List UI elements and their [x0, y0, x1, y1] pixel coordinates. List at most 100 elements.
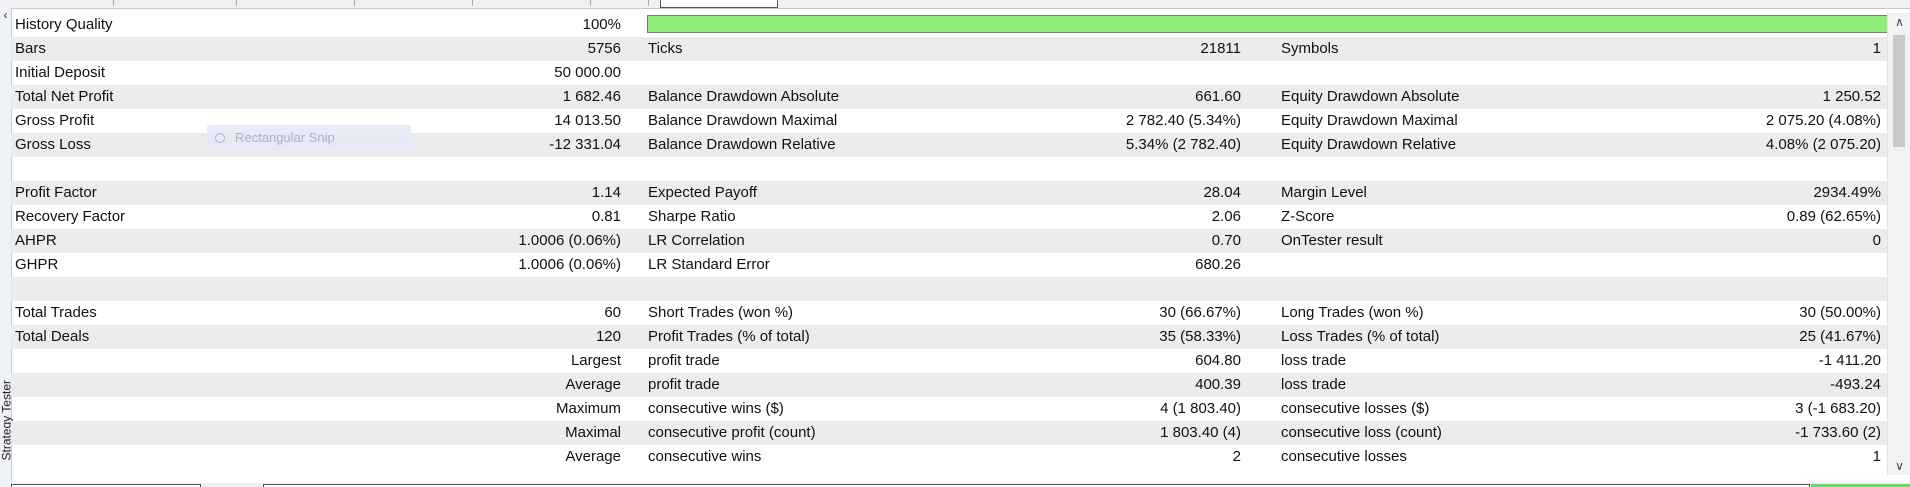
top-tab[interactable]: [236, 0, 355, 6]
report-label-2: profit trade: [648, 376, 720, 393]
report-label-1: Gross Profit: [15, 112, 95, 129]
history-quality-label: History Quality: [15, 16, 113, 33]
bottom-tab-strip: [11, 483, 1910, 487]
report-value-2: 2.06: [1211, 208, 1241, 225]
report-label-3: Long Trades (won %): [1281, 304, 1424, 321]
top-tab-strip: [0, 0, 1910, 9]
report-row: [11, 157, 1887, 181]
report-value-3: 1: [1872, 448, 1881, 465]
report-label-3: Z-Score: [1281, 208, 1335, 225]
report-label-2: Balance Drawdown Absolute: [648, 88, 839, 105]
backtest-report-grid: History Quality 100% Bars 5756 Ticks 21811 S…: [11, 13, 1889, 473]
report-label-2: consecutive wins ($): [648, 400, 784, 417]
top-tab[interactable]: [118, 0, 237, 6]
report-row: Total Deals 120 Profit Trades (% of total)…: [11, 325, 1887, 349]
report-value-3: 0.89 (62.65%): [1786, 208, 1881, 225]
report-value-3: -1 411.20: [1818, 352, 1881, 369]
report-value-1: 120: [595, 328, 621, 345]
report-label-2: consecutive wins: [648, 448, 762, 465]
report-label-3: loss trade: [1281, 352, 1347, 369]
report-label-3: Loss Trades (% of total): [1281, 328, 1440, 345]
report-row: Recovery Factor 0.81 Sharpe Ratio 2.06 Z-Sco…: [11, 205, 1887, 229]
report-label-1: Initial Deposit: [15, 64, 106, 81]
report-value-2: 604.80: [1195, 352, 1241, 369]
report-label-2: Sharpe Ratio: [648, 208, 736, 225]
history-quality-row: History Quality 100%: [11, 13, 1889, 37]
scroll-down-icon[interactable]: ∨: [1888, 457, 1910, 475]
report-label-1: Total Net Profit: [15, 88, 114, 105]
report-value-2: 0.70: [1211, 232, 1241, 249]
report-value-3: -493.24: [1830, 376, 1881, 393]
report-value-1: 1 682.46: [562, 88, 621, 105]
report-value-3: 25 (41.67%): [1799, 328, 1881, 345]
report-label-2: Balance Drawdown Maximal: [648, 112, 838, 129]
report-label-2: Expected Payoff: [648, 184, 757, 201]
report-value-3: 0: [1872, 232, 1881, 249]
report-label-2: LR Correlation: [648, 232, 745, 249]
report-value-1: Maximal: [565, 424, 621, 441]
report-row: Total Trades 60 Short Trades (won %) 30 (66…: [11, 301, 1887, 325]
report-label-3: consecutive losses ($): [1281, 400, 1430, 417]
snip-icon: [215, 133, 225, 143]
report-label-3: consecutive losses: [1281, 448, 1407, 465]
report-row: Average profit trade 400.39 loss trade -493.…: [11, 373, 1887, 397]
report-label-2: consecutive profit (count): [648, 424, 816, 441]
report-value-3: 1 250.52: [1822, 88, 1881, 105]
report-value-2: 30 (66.67%): [1159, 304, 1241, 321]
report-value-2: 21811: [1200, 40, 1241, 57]
report-label-3: loss trade: [1281, 376, 1347, 393]
report-value-2: 2: [1232, 448, 1241, 465]
report-label-2: Balance Drawdown Relative: [648, 136, 836, 153]
report-label-1: Total Deals: [15, 328, 90, 345]
report-row: Maximal consecutive profit (count) 1 803.4…: [11, 421, 1887, 445]
report-label-1: AHPR: [15, 232, 57, 249]
top-tab[interactable]: [354, 0, 473, 6]
report-value-2: 4 (1 803.40): [1160, 400, 1241, 417]
report-value-1: 5756: [587, 40, 621, 57]
report-value-2: 35 (58.33%): [1159, 328, 1241, 345]
history-quality-fill: [648, 16, 1888, 32]
report-value-1: -12 331.04: [549, 136, 621, 153]
report-value-2: 28.04: [1203, 184, 1241, 201]
history-quality-value: 100%: [582, 16, 621, 33]
report-label-3: Equity Drawdown Maximal: [1281, 112, 1458, 129]
top-tab-active[interactable]: [660, 0, 778, 8]
scrollbar-thumb[interactable]: [1893, 35, 1905, 147]
report-value-2: 661.60: [1195, 88, 1241, 105]
report-value-2: 2 782.40 (5.34%): [1125, 112, 1241, 129]
collapse-left-icon[interactable]: ‹: [0, 8, 11, 22]
report-label-2: profit trade: [648, 352, 720, 369]
report-value-1: 1.0006 (0.06%): [518, 256, 621, 273]
report-label-1: Gross Loss: [15, 136, 91, 153]
report-value-1: 60: [604, 304, 621, 321]
report-row: Initial Deposit 50 000.00: [11, 61, 1887, 85]
report-value-2: 680.26: [1195, 256, 1241, 273]
report-value-3: 3 (-1 683.20): [1795, 400, 1881, 417]
report-label-3: Margin Level: [1281, 184, 1367, 201]
vertical-scrollbar[interactable]: ∧ ∨: [1887, 13, 1910, 475]
report-label-3: consecutive loss (count): [1281, 424, 1442, 441]
report-label-2: Profit Trades (% of total): [648, 328, 810, 345]
top-tab[interactable]: [0, 0, 114, 6]
report-value-2: 400.39: [1195, 376, 1241, 393]
report-row: AHPR 1.0006 (0.06%) LR Correlation 0.70 OnTe…: [11, 229, 1887, 253]
report-value-3: 2934.49%: [1813, 184, 1881, 201]
report-label-2: Ticks: [648, 40, 683, 57]
report-value-3: 30 (50.00%): [1799, 304, 1881, 321]
snip-text: Rectangular Snip: [235, 130, 335, 145]
report-value-3: -1 733.60 (2): [1795, 424, 1881, 441]
report-row: Bars 5756 Ticks 21811 Symbols 1: [11, 37, 1887, 61]
scroll-up-icon[interactable]: ∧: [1888, 13, 1910, 31]
report-value-3: 4.08% (2 075.20): [1765, 136, 1881, 153]
report-label-1: Total Trades: [15, 304, 97, 321]
report-label-1: Profit Factor: [15, 184, 97, 201]
report-row: Total Net Profit 1 682.46 Balance Drawdown…: [11, 85, 1887, 109]
report-label-3: OnTester result: [1281, 232, 1383, 249]
report-label-3: Symbols: [1281, 40, 1339, 57]
report-row: [11, 277, 1887, 301]
report-label-3: Equity Drawdown Relative: [1281, 136, 1457, 153]
report-value-1: 1.0006 (0.06%): [518, 232, 621, 249]
report-value-1: 14 013.50: [554, 112, 621, 129]
report-row: Largest profit trade 604.80 loss trade -1 41…: [11, 349, 1887, 373]
top-tab[interactable]: [550, 0, 649, 6]
